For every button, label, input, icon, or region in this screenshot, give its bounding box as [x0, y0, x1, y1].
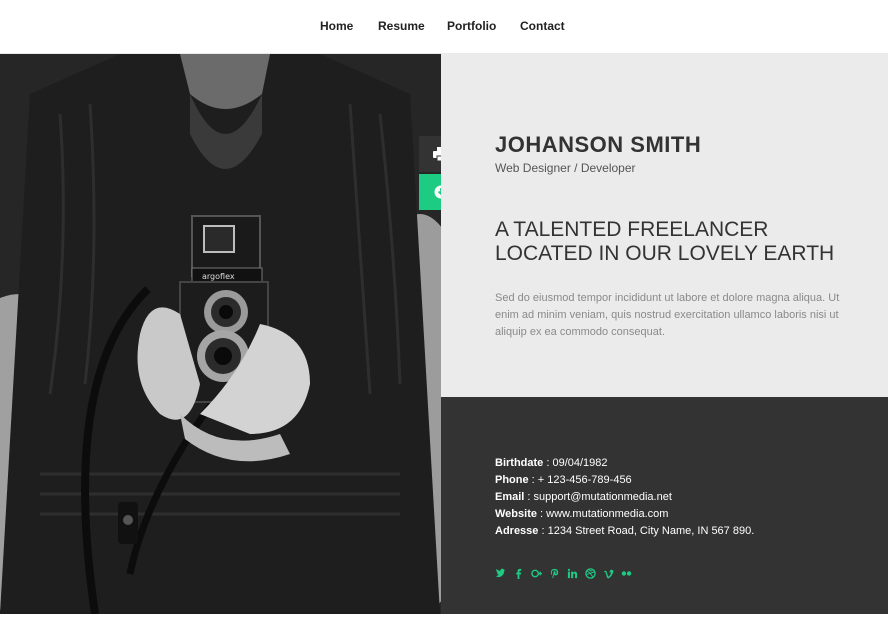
intro-panel: JOHANSON SMITH Web Designer / Developer …	[441, 54, 888, 397]
profile-photo: argoflex	[0, 54, 441, 614]
website-row: Website : www.mutationmedia.com	[495, 508, 669, 520]
vimeo-icon[interactable]	[603, 567, 614, 579]
phone-label: Phone	[495, 474, 529, 486]
address-value: 1234 Street Road, City Name, IN 567 890.	[547, 525, 755, 537]
birthdate-label: Birthdate	[495, 457, 544, 469]
intro-description: Sed do eiusmod tempor incididunt ut labo…	[495, 292, 840, 338]
phone-value: + 123-456-789-456	[537, 474, 632, 486]
flickr-icon[interactable]	[621, 567, 632, 579]
address-label: Adresse	[495, 525, 539, 537]
linkedin-icon[interactable]	[567, 567, 578, 579]
address-row: Adresse : 1234 Street Road, City Name, I…	[495, 525, 755, 537]
page-bottom-strip	[0, 614, 888, 623]
nav-portfolio-link[interactable]: Portfolio	[447, 19, 496, 33]
camera-brand-label: argoflex	[202, 272, 235, 281]
facebook-icon[interactable]	[513, 567, 524, 579]
social-links	[495, 567, 632, 579]
headline-line-1: A TALENTED FREELANCER	[495, 218, 769, 241]
email-row: Email : support@mutationmedia.net	[495, 491, 672, 503]
website-value[interactable]: www.mutationmedia.com	[546, 508, 668, 520]
email-label: Email	[495, 491, 525, 503]
phone-row: Phone : + 123-456-789-456	[495, 474, 632, 486]
twitter-icon[interactable]	[495, 567, 506, 579]
profile-name: JOHANSON SMITH	[495, 132, 702, 157]
email-value[interactable]: support@mutationmedia.net	[534, 491, 672, 503]
headline-line-2: LOCATED IN OUR LOVELY EARTH	[495, 242, 835, 265]
birthdate-value: 09/04/1982	[552, 457, 608, 469]
intro-headline: A TALENTED FREELANCER LOCATED IN OUR LOV…	[495, 218, 875, 266]
dribbble-icon[interactable]	[585, 567, 596, 579]
photographer-with-camera-illustration: argoflex	[0, 54, 441, 614]
birthdate-row: Birthdate : 09/04/1982	[495, 457, 608, 469]
profile-role: Web Designer / Developer	[495, 161, 636, 175]
nav-contact-link[interactable]: Contact	[520, 19, 565, 33]
contact-info-panel: Birthdate : 09/04/1982 Phone : + 123-456…	[441, 397, 888, 614]
pinterest-icon[interactable]	[549, 567, 560, 579]
nav-home-link[interactable]: Home	[320, 19, 353, 33]
google-plus-icon[interactable]	[531, 567, 542, 579]
nav-resume-link[interactable]: Resume	[378, 19, 425, 33]
website-label: Website	[495, 508, 537, 520]
top-navigation: Home Resume Portfolio Contact	[0, 0, 888, 54]
